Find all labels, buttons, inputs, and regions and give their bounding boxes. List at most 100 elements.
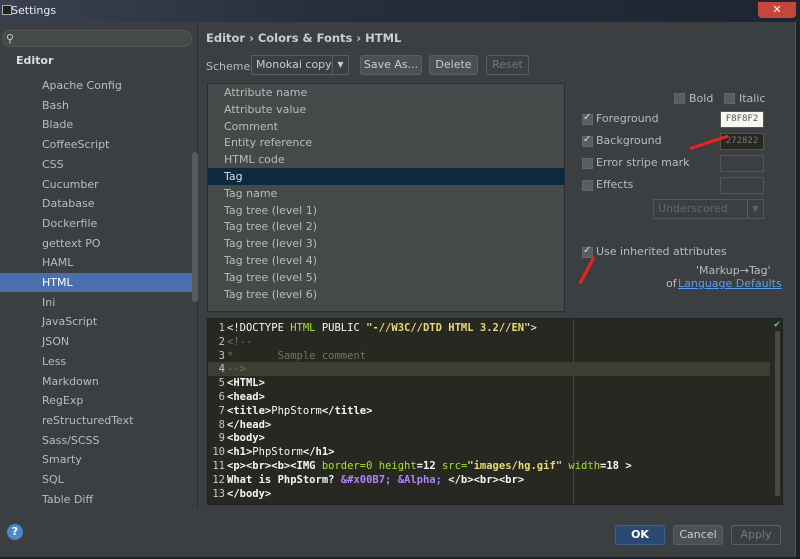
effect-type-select[interactable]: Underscored ▼ xyxy=(653,199,764,219)
search-input[interactable]: ⚲ xyxy=(2,30,192,47)
italic-checkbox[interactable] xyxy=(724,93,735,104)
code-token: <h1> xyxy=(227,446,253,459)
sidebar-item[interactable]: CoffeeScript xyxy=(0,135,192,154)
delete-button[interactable]: Delete xyxy=(429,55,478,75)
sidebar-item[interactable]: Bash xyxy=(0,96,192,115)
line-number: 4 xyxy=(218,363,225,376)
code-token: </title> xyxy=(321,404,373,417)
sidebar-item[interactable]: HTML xyxy=(0,273,198,292)
attribute-list-item[interactable]: Tag xyxy=(208,168,564,185)
code-token: <body> xyxy=(227,432,265,445)
foreground-swatch[interactable]: F8F8F2 xyxy=(720,111,764,128)
attribute-list-item[interactable]: Tag tree (level 1) xyxy=(208,202,564,219)
effects-swatch[interactable] xyxy=(720,177,764,194)
sidebar-item[interactable]: reStructuredText xyxy=(0,411,192,430)
sidebar-item[interactable]: Apache Config xyxy=(0,76,192,95)
bold-label: Bold xyxy=(689,92,714,105)
code-token: * Sample comment xyxy=(227,349,367,362)
code-token: <!-- xyxy=(227,335,253,348)
scheme-select[interactable]: Monokai copy ▼ xyxy=(251,55,349,75)
line-number: 2 xyxy=(218,335,225,348)
code-token: </b><br><br> xyxy=(441,473,525,486)
attribute-list-item[interactable]: Tag tree (level 4) xyxy=(208,252,564,269)
code-token: </body> xyxy=(227,487,272,500)
help-button[interactable]: ? xyxy=(7,524,23,540)
code-line: 11 <p><br><b><IMG border=0 height=12 src =… xyxy=(208,459,770,473)
attribute-list-item[interactable]: Comment xyxy=(208,118,564,135)
code-token: > xyxy=(530,322,537,334)
code-line: 13 </body> xyxy=(208,487,770,501)
window-title: Settings xyxy=(11,4,57,17)
code-token: "images/hg.gif" xyxy=(467,460,563,472)
code-token: > xyxy=(625,460,632,472)
error-stripe-swatch[interactable] xyxy=(720,155,764,172)
code-token: &#x00B7; xyxy=(340,473,392,486)
line-number: 8 xyxy=(218,418,225,431)
error-stripe-checkbox[interactable] xyxy=(582,158,593,169)
background-checkbox[interactable] xyxy=(582,134,593,147)
sidebar-item[interactable]: Cucumber xyxy=(0,175,192,194)
line-number: 1 xyxy=(218,322,225,334)
code-line: 4 --> xyxy=(208,362,770,377)
sidebar-item[interactable]: CSS xyxy=(0,155,192,174)
chevron-down-icon: ▼ xyxy=(747,200,763,218)
effects-label: Effects xyxy=(596,178,634,191)
inspection-ok-icon: ✔ xyxy=(774,319,781,330)
foreground-label: Foreground xyxy=(596,112,659,125)
code-token: src xyxy=(441,460,461,472)
effects-checkbox[interactable] xyxy=(582,180,593,191)
background-label: Background xyxy=(596,134,662,147)
sidebar-item[interactable]: Less xyxy=(0,352,192,371)
code-preview[interactable]: ✔ 1 <!DOCTYPE HTML PUBLIC "-//W3C//DTD HT… xyxy=(207,318,783,505)
attribute-list-item[interactable]: Tag tree (level 3) xyxy=(208,235,564,252)
attribute-list-item[interactable]: Tag tree (level 5) xyxy=(208,269,564,286)
code-line: 12 What is PhpStorm? &#x00B7; &Alpha; </b… xyxy=(208,473,770,487)
close-button[interactable]: ✕ xyxy=(758,2,796,18)
code-token: <!DOCTYPE xyxy=(227,322,291,334)
sidebar-section-editor[interactable]: Editor xyxy=(16,54,53,67)
sidebar-item[interactable]: Database xyxy=(0,194,192,213)
sidebar-item[interactable]: JavaScript xyxy=(0,312,192,331)
sidebar-item[interactable]: HAML xyxy=(0,253,192,272)
sidebar-item[interactable]: gettext PO xyxy=(0,234,192,253)
sidebar-item[interactable]: Blade xyxy=(0,115,192,134)
sidebar-item[interactable]: JSON xyxy=(0,332,192,351)
code-token: <p><br><b><IMG xyxy=(227,460,322,472)
save-as-button[interactable]: Save As... xyxy=(360,55,422,75)
attribute-list-item[interactable]: Attribute value xyxy=(208,101,564,118)
code-token: <head> xyxy=(227,391,265,403)
attribute-list-item[interactable]: Tag tree (level 2) xyxy=(208,218,564,235)
reset-button[interactable]: Reset xyxy=(486,55,529,75)
sidebar-item[interactable]: RegExp xyxy=(0,391,192,410)
sidebar-item[interactable]: SQL xyxy=(0,470,192,489)
foreground-checkbox[interactable] xyxy=(582,112,593,125)
code-token: </head> xyxy=(227,418,272,431)
attribute-list-item[interactable]: HTML code xyxy=(208,151,564,168)
code-line: 6 <head> xyxy=(208,390,770,404)
code-token: <title> xyxy=(227,404,272,417)
code-token: =18 xyxy=(600,460,626,472)
error-stripe-label: Error stripe mark xyxy=(596,156,690,169)
apply-button[interactable]: Apply xyxy=(731,525,781,545)
code-token: PhpStorm xyxy=(252,446,303,459)
attribute-list-item[interactable]: Entity reference xyxy=(208,134,564,151)
language-defaults-link[interactable]: Language Defaults xyxy=(678,277,782,290)
cancel-button[interactable]: Cancel xyxy=(673,525,723,545)
bold-checkbox[interactable] xyxy=(674,93,685,104)
ok-button[interactable]: OK xyxy=(615,525,665,545)
attribute-list-item[interactable]: Attribute name xyxy=(208,84,564,101)
sidebar-item[interactable]: Table Diff xyxy=(0,490,192,509)
attribute-list-item[interactable]: Tag tree (level 6) xyxy=(208,286,564,303)
preview-scrollbar[interactable] xyxy=(775,331,780,496)
attribute-list-item[interactable]: Tag name xyxy=(208,185,564,202)
code-line: 8 </head> xyxy=(208,418,770,432)
line-number: 6 xyxy=(218,391,225,403)
code-token: <HTML> xyxy=(227,377,265,390)
sidebar-item[interactable]: Sass/SCSS xyxy=(0,431,192,450)
sidebar-item[interactable]: Ini xyxy=(0,293,192,312)
sidebar-item[interactable]: Dockerfile xyxy=(0,214,192,233)
sidebar-item[interactable]: Smarty xyxy=(0,450,192,469)
sidebar: ⚲ Editor Apache Config Bash Blade CoffeeScr… xyxy=(0,22,198,507)
sidebar-item[interactable]: Markdown xyxy=(0,372,192,391)
sidebar-scrollbar[interactable] xyxy=(192,152,198,302)
